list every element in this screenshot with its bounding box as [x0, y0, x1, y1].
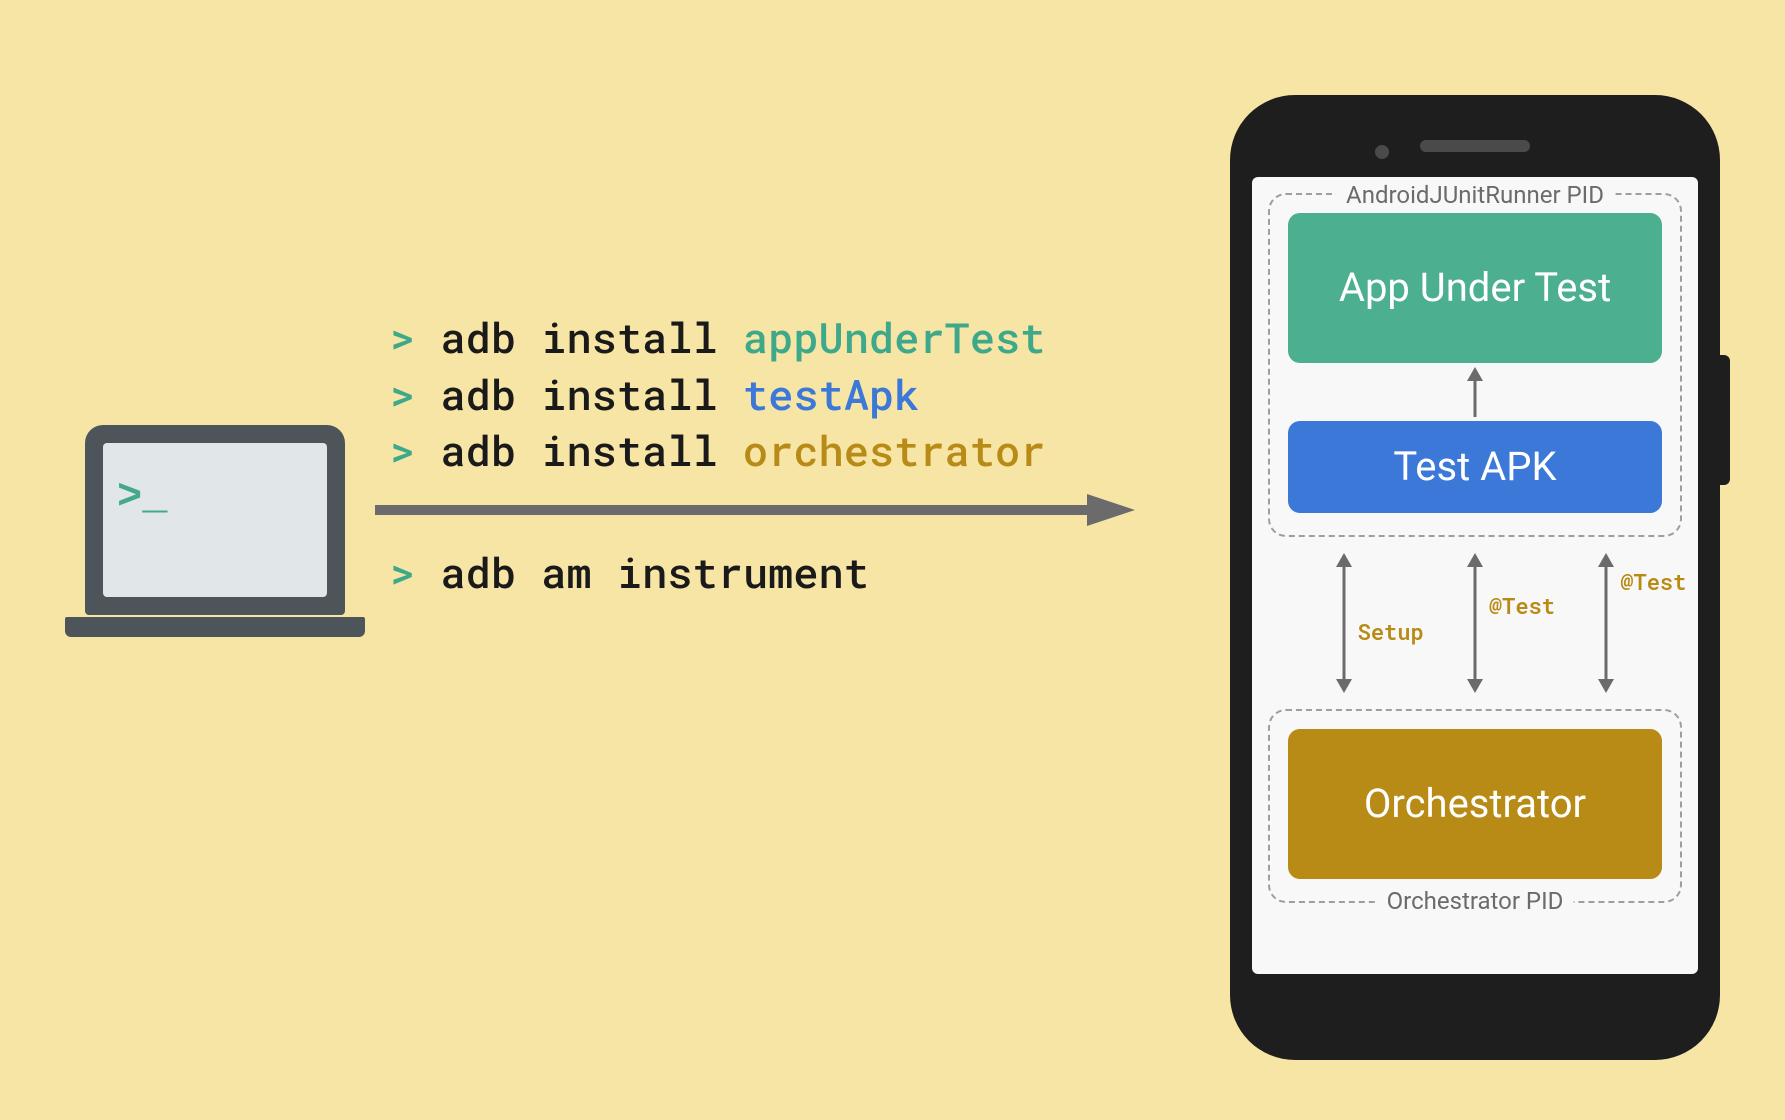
terminal-commands: > adb install appUnderTest > adb install…	[390, 310, 1045, 480]
test-label-1: @Test	[1489, 591, 1555, 620]
ajur-pid-label: AndroidJUnitRunner PID	[1336, 181, 1614, 209]
cmd-text: adb install	[440, 367, 717, 422]
app-test-link-arrow	[1288, 367, 1662, 417]
cmd-text: adb install	[440, 423, 717, 478]
phone-chin	[1250, 974, 1700, 1040]
prompt-symbol: >	[390, 367, 415, 422]
test-arrow-2: @Test	[1594, 553, 1618, 693]
prompt-symbol: >	[390, 310, 415, 365]
phone-screen: AndroidJUnitRunner PID App Under Test Te…	[1252, 177, 1698, 974]
prompt-symbol: >	[390, 545, 415, 600]
test-arrow-1: @Test	[1463, 553, 1487, 693]
cmd-line-4: > adb am instrument	[390, 545, 869, 600]
orchestrator-arrows: Setup @Test @Test	[1278, 553, 1672, 693]
orchestrator-pid-label: Orchestrator PID	[1377, 887, 1574, 915]
laptop-icon: >_	[85, 425, 345, 637]
cmd-text: adb install	[440, 310, 717, 365]
setup-label: Setup	[1358, 617, 1424, 646]
cmd-arg-testapk: testApk	[743, 367, 919, 422]
cmd-arg-app: appUnderTest	[743, 310, 1045, 365]
cmd-line-2: > adb install testApk	[390, 367, 1045, 424]
laptop-screen: >_	[103, 443, 327, 597]
prompt-symbol: >	[390, 423, 415, 478]
test-apk-label: Test APK	[1393, 444, 1556, 490]
cmd-line-1: > adb install appUnderTest	[390, 310, 1045, 367]
cmd-arg-orchestrator: orchestrator	[743, 423, 1045, 478]
app-under-test-label: App Under Test	[1339, 265, 1611, 311]
orchestrator-label: Orchestrator	[1364, 781, 1586, 827]
cmd-text: adb am instrument	[440, 545, 868, 600]
terminal-prompt-icon: >_	[117, 473, 167, 521]
cmd-line-3: > adb install orchestrator	[390, 423, 1045, 480]
flow-arrow-icon	[375, 492, 1135, 528]
phone-body: AndroidJUnitRunner PID App Under Test Te…	[1250, 115, 1700, 1040]
orchestrator-box: Orchestrator	[1288, 729, 1662, 879]
app-under-test-box: App Under Test	[1288, 213, 1662, 363]
phone-speaker-icon	[1420, 140, 1530, 152]
terminal-command-instrument: > adb am instrument	[390, 545, 869, 600]
setup-arrow: Setup	[1332, 553, 1356, 693]
orchestrator-pid-group: Orchestrator Orchestrator PID	[1268, 709, 1682, 903]
laptop-base	[65, 617, 365, 637]
phone-speaker-area	[1250, 115, 1700, 177]
laptop-screen-bezel: >_	[85, 425, 345, 615]
phone-device-icon: AndroidJUnitRunner PID App Under Test Te…	[1230, 95, 1720, 1060]
phone-camera-icon	[1375, 145, 1389, 159]
ajur-pid-group: AndroidJUnitRunner PID App Under Test Te…	[1268, 193, 1682, 537]
test-label-2: @Test	[1620, 567, 1686, 596]
test-apk-box: Test APK	[1288, 421, 1662, 513]
